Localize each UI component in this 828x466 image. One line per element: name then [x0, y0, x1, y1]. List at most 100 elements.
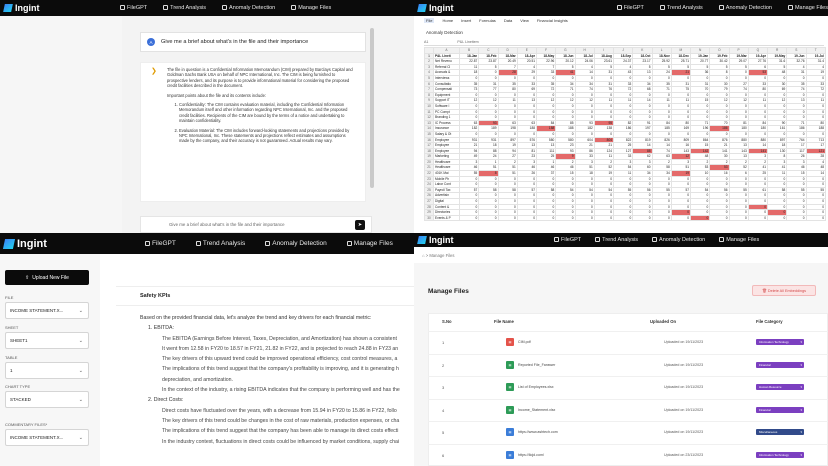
grid-cell[interactable]: Events & P	[433, 214, 460, 222]
sheet-menu-item[interactable]: Formulas	[479, 18, 496, 23]
grid-cell[interactable]: 0	[670, 214, 692, 222]
chat-scrollbar[interactable]	[370, 28, 374, 188]
formula-bar[interactable]: A1 P&L Lineitem	[424, 40, 824, 46]
category-select[interactable]: Information Technology ▾	[756, 451, 804, 458]
sheet-menu-item[interactable]: Financial Insights	[537, 18, 568, 23]
row-number[interactable]: 30	[424, 214, 434, 222]
file-select[interactable]: INCOME STATEMENT.X... ⌄	[5, 302, 89, 319]
spreadsheet-grid[interactable]: A B C D E F G H I J K L M N O P Q R S T 1 P&L Lineit 18-Jan 18-…	[424, 47, 826, 222]
sheet-menu-item[interactable]: File	[424, 18, 435, 23]
file-name[interactable]: List of Employees.xlsx	[518, 385, 554, 389]
nav-anomaly-detection[interactable]: Anomaly Detection	[222, 5, 275, 11]
file-name[interactable]: Reported File_Fanswer	[518, 363, 555, 367]
page-title: Manage Files	[428, 288, 469, 295]
grid-cell[interactable]: 0	[516, 214, 538, 222]
nav-anomaly-detection[interactable]: Anomaly Detection	[718, 5, 772, 11]
table-row[interactable]: 5 ▤ https://www.ashtech.com Uploaded on 19/…	[428, 421, 828, 443]
upload-new-file-button[interactable]: ⇪ Upload New File	[5, 270, 89, 285]
send-button[interactable]: ➤	[355, 220, 365, 230]
category-select[interactable]: Human Resource ▾	[756, 384, 804, 390]
files-icon	[291, 5, 297, 11]
grid-cell[interactable]: 0	[709, 214, 730, 222]
trend-panel: Ingint FileGPT Trend Analysis Anomaly De…	[0, 233, 414, 466]
chevron-down-icon: ⌄	[78, 337, 83, 344]
category-select[interactable]: Financial ▾	[756, 406, 804, 413]
category-select[interactable]: Financial ▾	[756, 361, 804, 368]
table-label: TABLE	[5, 355, 18, 360]
uploaded-on: Uploaded on 19/11/2023	[664, 407, 704, 412]
grid-cell[interactable]: 0	[574, 214, 595, 222]
chevron-down-icon: ▾	[800, 385, 802, 389]
breadcrumb[interactable]: ⌂ > Manage Files	[422, 253, 454, 258]
nav-filegpt[interactable]: FileGPT	[120, 5, 147, 11]
file-name[interactable]: CIM.pdf	[518, 340, 531, 344]
brand-logo[interactable]: Ingint	[414, 3, 527, 13]
sheet-menu-item[interactable]: View	[520, 18, 529, 23]
grid-cell[interactable]: 0	[535, 214, 557, 222]
top-navbar: Ingint FileGPT Trend Analysis Anomaly De…	[0, 233, 414, 254]
brand-logo[interactable]: Ingint	[0, 3, 120, 13]
nav-trend-analysis[interactable]: Trend Analysis	[659, 5, 703, 11]
sheet-menu-item[interactable]: Data	[504, 18, 512, 23]
sheet-menu-item[interactable]: Insert	[461, 18, 471, 23]
nav-filegpt[interactable]: FileGPT	[616, 5, 644, 11]
nav-manage-files[interactable]: Manage Files	[719, 237, 759, 243]
nav-manage-files[interactable]: Manage Files	[787, 5, 828, 11]
brand-logo[interactable]: Ingint	[414, 235, 554, 245]
brand-mark-icon	[2, 238, 16, 249]
table-row[interactable]: 4 ▤ Income_Statement.xlsx Uploaded on 19/11…	[428, 398, 828, 421]
file-name[interactable]: https://www.ashtech.com	[518, 430, 558, 434]
nav-anomaly-detection[interactable]: Anomaly Detection	[652, 237, 705, 243]
nav-manage-files[interactable]: Manage Files	[291, 5, 331, 11]
uploaded-on: Uploaded on 19/11/2023	[664, 340, 704, 344]
chat-icon	[554, 237, 559, 243]
brand-logo[interactable]: Ingint	[0, 238, 145, 250]
cell-ref: A1	[424, 40, 429, 44]
table-select[interactable]: 1 ⌄	[5, 362, 89, 379]
files-icon	[346, 240, 352, 246]
table-row[interactable]: 2 ▤ Reported File_Fanswer Uploaded on 19/11…	[428, 353, 828, 376]
nav-trend-analysis[interactable]: Trend Analysis	[163, 5, 206, 11]
nav-trend-analysis[interactable]: Trend Analysis	[195, 240, 245, 247]
brand-mark-icon	[3, 4, 13, 12]
table-row[interactable]: 1 ▤ CIM.pdf Uploaded on 19/11/2023 Informati…	[428, 331, 828, 353]
sheet-menu-item[interactable]: Home	[442, 18, 453, 23]
nav-menu: FileGPT Trend Analysis Anomaly Detection…	[616, 5, 828, 11]
category-select[interactable]: Information Technology ▾	[756, 339, 804, 345]
grid-cell[interactable]: 0	[766, 214, 788, 222]
chart-type-select[interactable]: STACKED ⌄	[5, 391, 89, 408]
chevron-down-icon: ⌄	[78, 367, 83, 374]
grid-cell[interactable]: 0	[728, 214, 749, 222]
nav-filegpt[interactable]: FileGPT	[145, 240, 176, 247]
grid-cell[interactable]: 0	[786, 214, 807, 222]
grid-cell[interactable]: 0	[747, 214, 769, 222]
nav-menu: FileGPT Trend Analysis Anomaly Detection…	[145, 240, 393, 247]
category-select[interactable]: Miscellaneous ▾	[756, 429, 804, 435]
grid-cell[interactable]: 0	[593, 214, 615, 222]
grid-cell[interactable]: 0	[805, 214, 826, 222]
grid-cell[interactable]: 0	[632, 214, 653, 222]
grid-cell[interactable]: 0	[497, 214, 518, 222]
grid-cell[interactable]: 0	[651, 214, 672, 222]
grid-cell[interactable]: 0	[689, 214, 711, 222]
chat-input[interactable]: Give me a brief about what's in the file…	[140, 216, 372, 233]
nav-manage-files[interactable]: Manage Files	[346, 240, 393, 247]
xls-icon: ▤	[506, 360, 514, 369]
nav-trend-analysis[interactable]: Trend Analysis	[595, 237, 638, 243]
uploaded-on: Uploaded on 23/11/2023	[664, 452, 704, 457]
sheet-select[interactable]: SHEET1 ⌄	[5, 332, 89, 349]
file-name[interactable]: https://llojd.com/	[518, 453, 544, 457]
commentary-files-select[interactable]: INCOME STATEMENT.X... ⌄	[5, 429, 89, 446]
commentary-line: The implications of this trend suggest t…	[162, 428, 399, 435]
grid-cell[interactable]: 0	[555, 214, 576, 222]
grid-cell[interactable]: 0	[612, 214, 634, 222]
grid-cell[interactable]: 0	[458, 214, 480, 222]
table-row[interactable]: 6 ▤ https://llojd.com/Uploaded on 23/11/20…	[428, 443, 828, 466]
nav-filegpt[interactable]: FileGPT	[554, 237, 581, 243]
nav-anomaly-detection[interactable]: Anomaly Detection	[265, 240, 327, 247]
row-sno: 5	[442, 430, 445, 435]
file-name[interactable]: Income_Statement.xlsx	[518, 408, 555, 412]
table-row[interactable]: 3 ▤ List of Employees.xlsx Uploaded on 19/1…	[428, 376, 828, 398]
delete-all-embeddings-button[interactable]: 🗑 Delete All Embeddings	[752, 285, 816, 296]
grid-cell[interactable]: 0	[478, 214, 499, 222]
